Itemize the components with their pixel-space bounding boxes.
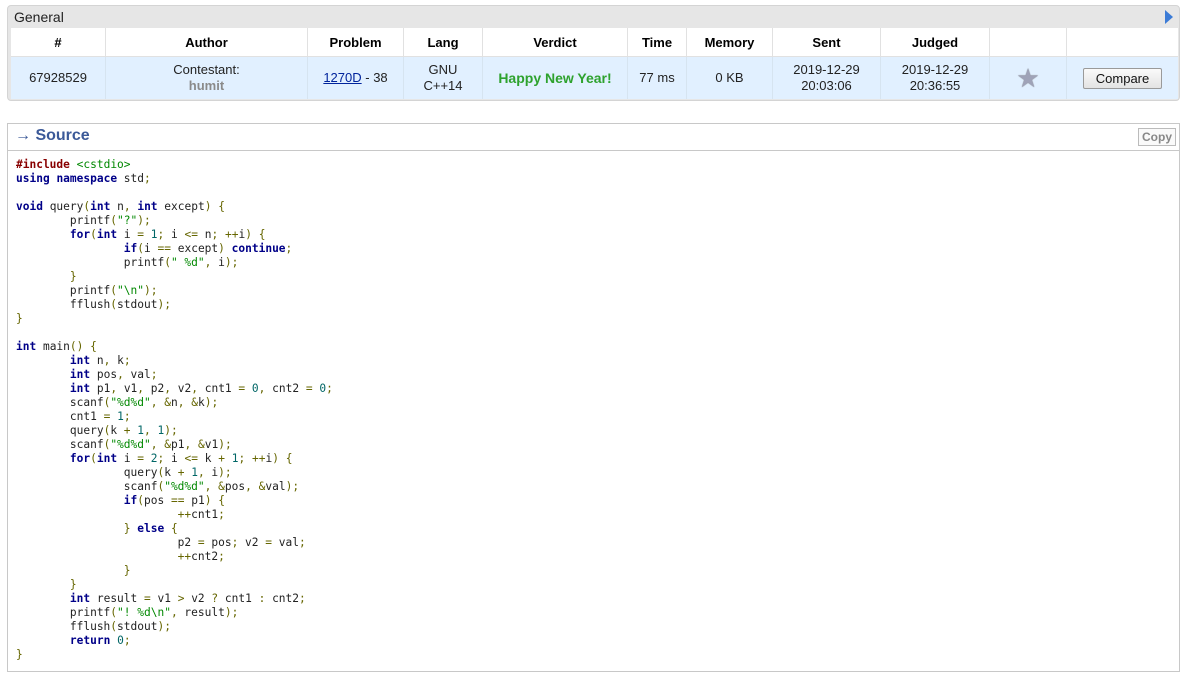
code-line: ++cnt1;: [177, 508, 225, 521]
author-role: Contestant:: [173, 62, 240, 77]
code-line: printf("! %d\n", result);: [16, 606, 239, 619]
memory-cell: 0 KB: [686, 56, 773, 99]
favourite-cell: ★: [989, 56, 1067, 99]
code-line: int pos, val;: [69, 368, 158, 381]
code-line: printf("?");: [16, 214, 151, 227]
col-verdict-header: Verdict: [482, 28, 628, 57]
code-line: using namespace std;: [16, 172, 151, 185]
code-line: fflush(stdout);: [16, 298, 171, 311]
code-line: return 0;: [69, 634, 131, 647]
code-line: } else {: [123, 522, 178, 535]
code-line: }: [16, 312, 23, 325]
sent-date: 2019-12-29: [793, 62, 860, 77]
col-id-header: #: [11, 28, 106, 57]
col-lang-header: Lang: [403, 28, 483, 57]
problem-suffix: - 38: [361, 70, 388, 85]
code-line: int p1, v1, p2, v2, cnt1 = 0, cnt2 = 0;: [69, 382, 333, 395]
submission-id: 67928529: [11, 56, 106, 99]
code-line: void query(int n, int except) {: [16, 200, 225, 213]
code-line: #include <cstdio>: [16, 158, 131, 171]
code-line: ++cnt2;: [177, 550, 225, 563]
source-title: → Source: [15, 127, 90, 144]
problem-cell: 1270D - 38: [307, 56, 404, 99]
verdict-cell: Happy New Year!: [482, 56, 628, 99]
author-handle[interactable]: humit: [106, 78, 307, 94]
col-author-header: Author: [105, 28, 308, 57]
lang-line1: GNU: [428, 62, 458, 77]
author-cell: Contestant: humit: [105, 56, 308, 99]
code-line: p2 = pos; v2 = val;: [16, 536, 306, 549]
sent-cell: 2019-12-29 20:03:06: [772, 56, 881, 99]
col-judged-header: Judged: [880, 28, 990, 57]
code-line: int main() {: [16, 340, 97, 353]
judged-cell: 2019-12-29 20:36:55: [880, 56, 990, 99]
lang-line2: C++14: [423, 78, 463, 93]
col-sent-header: Sent: [772, 28, 881, 57]
code-line: }: [16, 648, 23, 661]
code-line: scanf("%d%d", &pos, &val);: [16, 480, 300, 493]
compare-button[interactable]: Compare: [1082, 67, 1163, 89]
code-line: for(int i = 2; i <= k + 1; ++i) {: [69, 452, 293, 465]
table-row: 67928529 Contestant: humit 1270D - 38 GN…: [11, 56, 1178, 99]
expand-arrow-icon[interactable]: [1165, 10, 1173, 24]
code-line: int n, k;: [69, 354, 131, 367]
code-line: scanf("%d%d", &n, &k);: [16, 396, 219, 409]
source-code[interactable]: #include <cstdio> using namespace std; v…: [16, 158, 333, 662]
code-line: if(pos == p1) {: [123, 494, 225, 507]
code-line: }: [123, 564, 131, 577]
code-line: fflush(stdout);: [16, 620, 171, 633]
code-line: int result = v1 > v2 ? cnt1 : cnt2;: [69, 592, 306, 605]
col-time-header: Time: [627, 28, 687, 57]
code-line: query(k + 1, 1);: [16, 424, 178, 437]
submission-table: # Author Problem Lang Verdict Time Memor…: [11, 28, 1178, 99]
col-problem-header: Problem: [307, 28, 404, 57]
code-line: cnt1 = 1;: [16, 410, 131, 423]
code-line: }: [69, 578, 77, 591]
code-line: }: [69, 270, 77, 283]
general-panel: General # Author Problem Lang Verdict Ti…: [7, 5, 1180, 101]
time-cell: 77 ms: [627, 56, 687, 99]
col-compare-header: [1066, 28, 1178, 57]
judged-date: 2019-12-29: [901, 62, 969, 77]
table-header-row: # Author Problem Lang Verdict Time Memor…: [11, 28, 1178, 57]
col-favourite-header: [989, 28, 1067, 57]
code-line: printf("\n");: [16, 284, 158, 297]
source-header: → Source Copy: [8, 124, 1179, 151]
copy-button[interactable]: Copy: [1138, 128, 1176, 146]
code-line: if(i == except) continue;: [123, 242, 293, 255]
compare-cell: Compare: [1066, 56, 1178, 99]
judged-time: 20:36:55: [909, 78, 961, 93]
general-title: General: [14, 9, 64, 25]
star-icon[interactable]: ★: [1015, 65, 1041, 91]
lang-cell: GNU C++14: [403, 56, 483, 99]
verdict-text: Happy New Year!: [498, 69, 612, 86]
source-panel: → Source Copy #include <cstdio> using na…: [7, 123, 1180, 672]
sent-time: 20:03:06: [801, 78, 852, 93]
code-line: printf(" %d", i);: [16, 256, 239, 269]
code-line: scanf("%d%d", &p1, &v1);: [16, 438, 232, 451]
code-line: for(int i = 1; i <= n; ++i) {: [69, 228, 266, 241]
code-line: query(k + 1, i);: [16, 466, 232, 479]
problem-link[interactable]: 1270D: [323, 70, 361, 85]
col-memory-header: Memory: [686, 28, 773, 57]
